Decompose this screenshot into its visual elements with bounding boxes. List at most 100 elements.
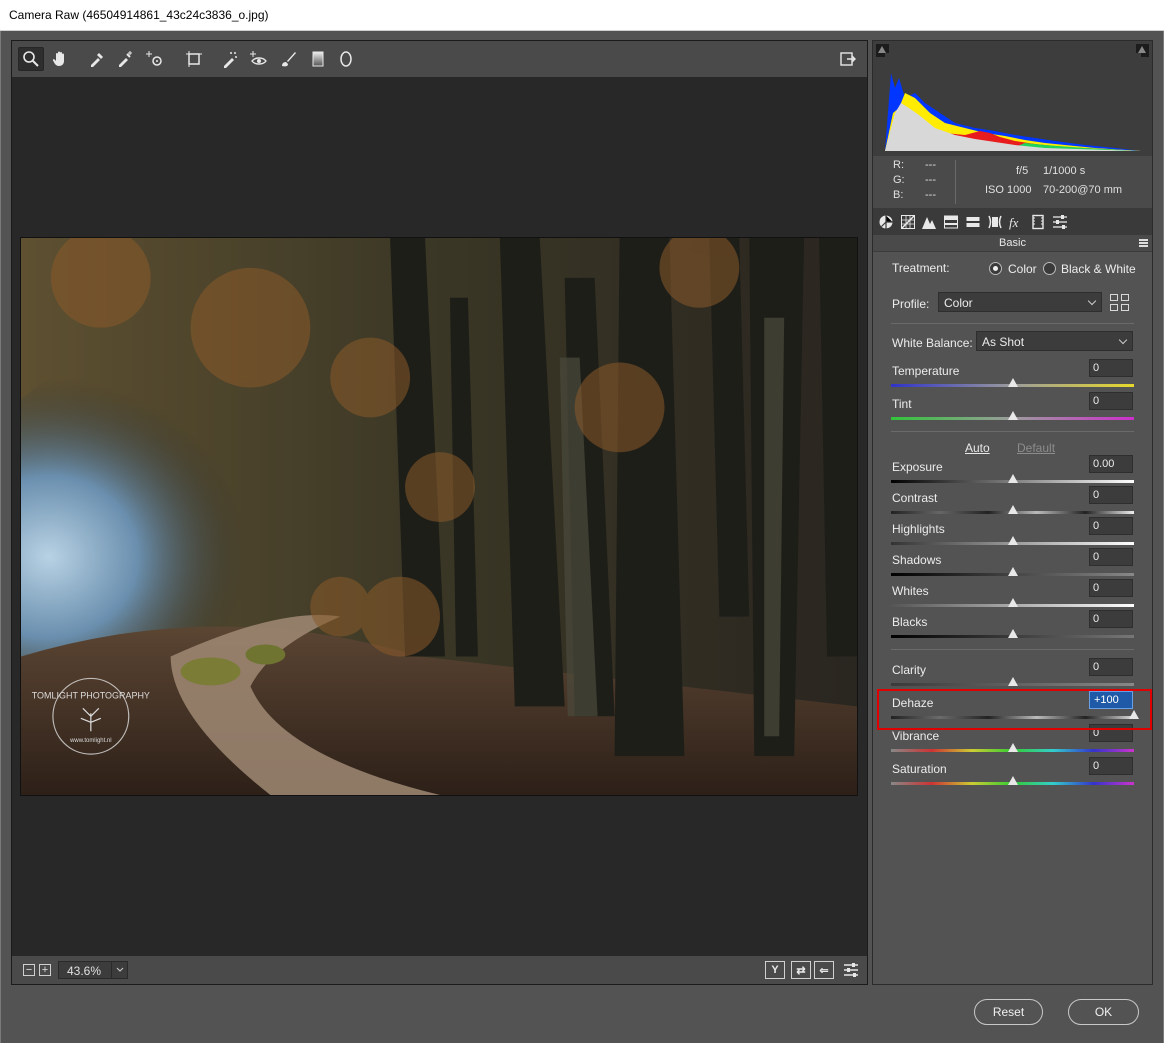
effects-tab-icon[interactable]: fx [1006, 212, 1026, 232]
transform-icon[interactable] [181, 47, 207, 71]
treatment-bw-label[interactable]: Black & White [1061, 262, 1136, 276]
exposure-value-field[interactable]: 0.00 [1089, 455, 1133, 473]
targeted-adjustment-icon[interactable] [142, 47, 168, 71]
camera-info: R: --- G: --- B: --- f/5 1/1000 s ISO 10… [873, 156, 1152, 208]
histogram [873, 41, 1152, 156]
white-balance-select[interactable]: As Shot [976, 331, 1133, 351]
preview-pane: TOMLIGHT PHOTOGRAPHY www.tomlight.nl − +… [11, 40, 868, 985]
divider [891, 431, 1134, 432]
zoom-in-button[interactable]: + [39, 964, 51, 976]
ok-button[interactable]: OK [1068, 999, 1139, 1025]
before-after-view-button[interactable]: Y [765, 961, 785, 979]
tool-bar [12, 41, 867, 77]
treatment-bw-radio[interactable] [1043, 262, 1056, 275]
chevron-down-icon [1118, 335, 1128, 345]
whites-label: Whites [892, 584, 929, 598]
auto-button[interactable]: Auto [965, 441, 990, 455]
blacks-label: Blacks [892, 615, 928, 629]
divider [891, 649, 1134, 650]
open-preferences-icon[interactable] [835, 47, 861, 71]
vibrance-slider-row: Vibrance 0 [873, 724, 1152, 760]
temperature-slider-row: Temperature 0 [873, 359, 1152, 395]
treatment-label: Treatment: [892, 261, 950, 275]
saturation-slider-row: Saturation 0 [873, 757, 1152, 793]
blacks-slider-row: Blacks 0 [873, 610, 1152, 646]
white-balance-icon[interactable] [84, 47, 110, 71]
blacks-value-field[interactable]: 0 [1089, 610, 1133, 628]
shadows-value-field[interactable]: 0 [1089, 548, 1133, 566]
red-eye-icon[interactable] [246, 47, 272, 71]
blacks-slider-thumb[interactable] [1007, 629, 1018, 638]
chevron-down-icon [111, 962, 127, 978]
lens-corrections-tab-icon[interactable] [985, 212, 1005, 232]
tint-value-field[interactable]: 0 [1089, 392, 1133, 410]
adjustment-panel: R: --- G: --- B: --- f/5 1/1000 s ISO 10… [872, 40, 1153, 985]
profile-browser-icon[interactable] [1110, 294, 1130, 312]
shadows-label: Shadows [892, 553, 942, 567]
image-preview[interactable]: TOMLIGHT PHOTOGRAPHY www.tomlight.nl [20, 237, 858, 796]
info-divider [955, 160, 956, 204]
clarity-value-field[interactable]: 0 [1089, 658, 1133, 676]
zoom-icon[interactable] [18, 47, 44, 71]
contrast-label: Contrast [892, 491, 938, 505]
temperature-value-field[interactable]: 0 [1089, 359, 1133, 377]
spot-removal-icon[interactable] [217, 47, 243, 71]
clarity-slider-thumb[interactable] [1007, 677, 1018, 686]
presets-tab-icon[interactable] [1050, 212, 1070, 232]
vibrance-slider-thumb[interactable] [1007, 743, 1018, 752]
iso: ISO 1000 [985, 184, 1032, 196]
watermark-url: www.tomlight.nl [69, 738, 111, 744]
graduated-filter-icon[interactable] [305, 47, 331, 71]
shadows-slider-thumb[interactable] [1007, 567, 1018, 576]
profile-select[interactable]: Color [938, 292, 1102, 312]
zoom-out-button[interactable]: − [23, 964, 35, 976]
lens-info: 70-200@70 mm [1043, 184, 1123, 196]
window-border-left [0, 31, 1, 1043]
swap-before-after-button[interactable]: ⇄ [791, 961, 811, 979]
radial-filter-icon[interactable] [333, 47, 359, 71]
hsl-tab-icon[interactable] [941, 212, 961, 232]
color-sampler-icon[interactable] [112, 47, 138, 71]
hand-icon[interactable] [47, 47, 73, 71]
aperture: f/5 [1016, 165, 1029, 177]
b-value: --- [925, 189, 936, 201]
reset-button[interactable]: Reset [974, 999, 1043, 1025]
whites-slider-thumb[interactable] [1007, 598, 1018, 607]
r-label: R: [893, 159, 904, 171]
profile-label: Profile: [892, 297, 930, 311]
title-bar: Camera Raw (46504914861_43c24c3836_o.jpg… [0, 0, 1164, 31]
split-toning-tab-icon[interactable] [963, 212, 983, 232]
saturation-value-field[interactable]: 0 [1089, 757, 1133, 775]
default-button[interactable]: Default [1017, 441, 1055, 455]
g-value: --- [925, 174, 936, 186]
tint-slider-thumb[interactable] [1007, 411, 1018, 420]
contrast-value-field[interactable]: 0 [1089, 486, 1133, 504]
white-balance-label: White Balance: [892, 336, 973, 350]
shutter-speed: 1/1000 s [1043, 165, 1086, 177]
svg-text:fx: fx [1009, 215, 1019, 230]
zoom-level-select[interactable]: 43.6% [58, 961, 128, 979]
window-title: Camera Raw (46504914861_43c24c3836_o.jpg… [9, 8, 269, 22]
dehaze-highlight-box [877, 689, 1152, 730]
highlights-value-field[interactable]: 0 [1089, 517, 1133, 535]
detail-tab-icon[interactable] [919, 212, 939, 232]
g-label: G: [893, 174, 905, 186]
camera-calibration-tab-icon[interactable] [1028, 212, 1048, 232]
saturation-slider-thumb[interactable] [1007, 776, 1018, 785]
basic-tab-icon[interactable] [876, 212, 896, 232]
whites-value-field[interactable]: 0 [1089, 579, 1133, 597]
exposure-slider-thumb[interactable] [1007, 474, 1018, 483]
contrast-slider-thumb[interactable] [1007, 505, 1018, 514]
highlights-slider-thumb[interactable] [1007, 536, 1018, 545]
temperature-slider-thumb[interactable] [1007, 378, 1018, 387]
toggle-settings-icon[interactable] [838, 958, 864, 982]
treatment-color-radio[interactable] [989, 262, 1002, 275]
temperature-label: Temperature [892, 364, 960, 378]
treatment-color-label[interactable]: Color [1008, 262, 1037, 276]
panel-menu-icon[interactable] [1139, 239, 1148, 247]
copy-to-before-button[interactable]: ⇐ [814, 961, 834, 979]
tint-slider-row: Tint 0 [873, 392, 1152, 428]
tone-curve-tab-icon[interactable] [898, 212, 918, 232]
vibrance-label: Vibrance [892, 729, 940, 743]
adjustment-brush-icon[interactable] [276, 47, 302, 71]
